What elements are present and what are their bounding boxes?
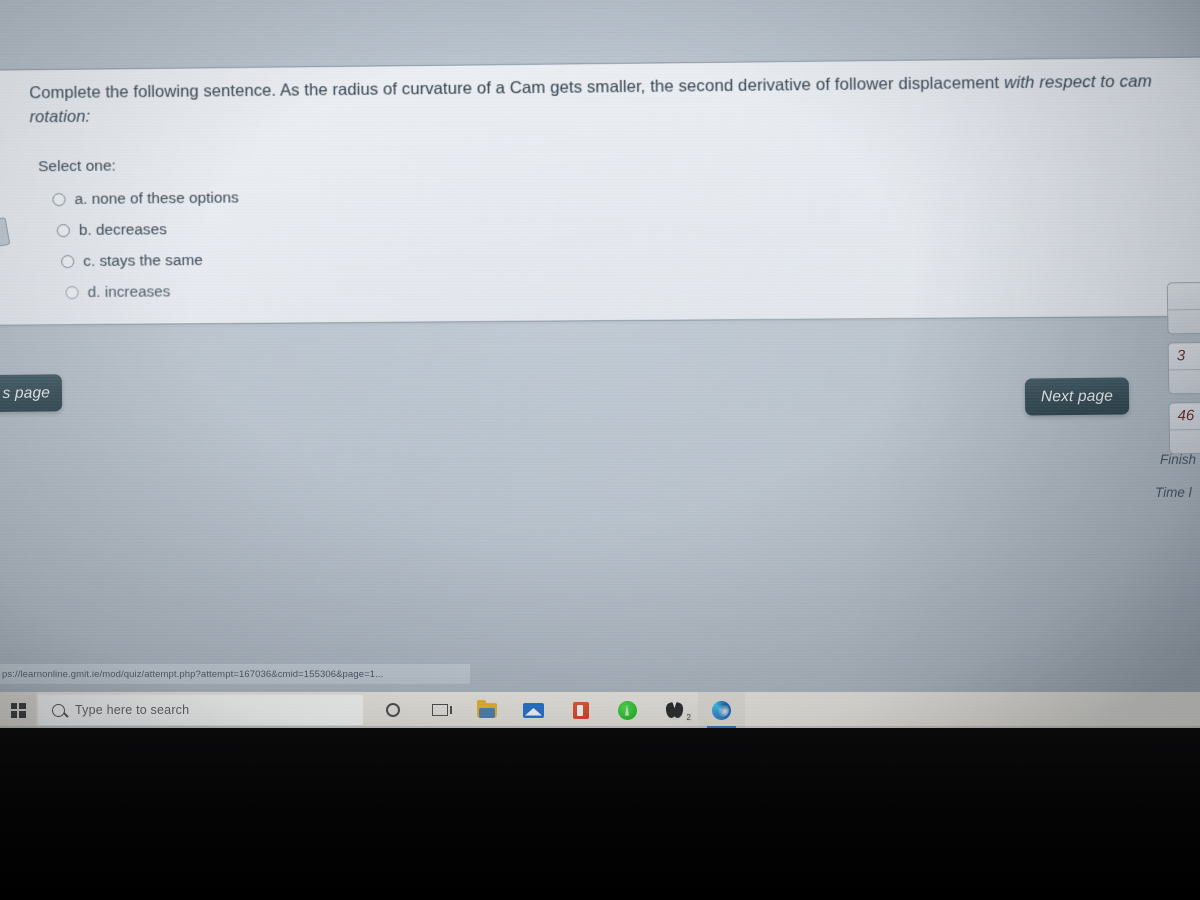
answer-label-d: d. increases	[88, 283, 171, 302]
answer-label-c: c. stays the same	[83, 251, 203, 270]
office-icon	[573, 702, 589, 719]
taskbar-empty-area	[745, 692, 1200, 728]
search-placeholder: Type here to search	[75, 703, 189, 717]
windows-taskbar: Type here to search 2	[0, 692, 1200, 728]
answer-label-b: b. decreases	[79, 221, 167, 240]
search-icon	[52, 704, 65, 717]
next-page-button[interactable]: Next page	[1025, 377, 1129, 415]
previous-page-button[interactable]: s page	[0, 374, 62, 412]
finish-attempt-link[interactable]: Finish	[1160, 452, 1196, 467]
quiz-nav-cell[interactable]: 46	[1168, 402, 1200, 455]
answer-options-list: a. none of these options b. decreases c.…	[52, 179, 619, 308]
taskbar-file-explorer-button[interactable]	[463, 692, 510, 728]
moodle-quiz-page: Complete the following sentence. As the …	[0, 0, 1200, 690]
windows-logo-icon	[11, 703, 26, 718]
taskbar-microsoft-edge-button[interactable]	[698, 692, 745, 728]
taskbar-xbox-button[interactable]: 2	[651, 692, 698, 728]
quiz-nav-divider	[1168, 309, 1200, 311]
task-view-icon	[432, 704, 448, 716]
quiz-nav-divider	[1169, 369, 1200, 371]
question-text: Complete the following sentence. As the …	[29, 70, 1178, 129]
quiz-nav-divider	[1170, 429, 1200, 431]
xbox-icon	[665, 701, 684, 720]
cortana-icon	[386, 703, 400, 717]
taskbar-icon-strip: 2	[369, 692, 745, 728]
radio-button-icon[interactable]	[52, 193, 65, 206]
file-explorer-icon	[477, 703, 497, 718]
time-left-label: Time l	[1155, 485, 1192, 500]
answer-option-c[interactable]: c. stays the same	[61, 241, 619, 277]
answer-option-a[interactable]: a. none of these options	[52, 179, 618, 215]
answer-option-d[interactable]: d. increases	[65, 273, 619, 309]
taskbar-mail-button[interactable]	[510, 692, 557, 728]
laptop-bezel-dark-area	[0, 728, 1200, 900]
microsoft-edge-icon	[712, 701, 731, 720]
screen-area: Complete the following sentence. As the …	[0, 0, 1200, 728]
answer-option-b[interactable]: b. decreases	[57, 210, 619, 246]
taskbar-office-button[interactable]	[557, 692, 604, 728]
select-one-label: Select one:	[38, 158, 116, 177]
taskbar-cortana-button[interactable]	[369, 692, 416, 728]
status-url-text: ps://learnonline.gmit.ie/mod/quiz/attemp…	[0, 669, 383, 680]
browser-status-url-bar: ps://learnonline.gmit.ie/mod/quiz/attemp…	[0, 664, 470, 684]
quiz-nav-number: 3	[1177, 347, 1186, 364]
taskbar-search-input[interactable]: Type here to search	[38, 695, 363, 725]
xbox-badge: 2	[686, 713, 692, 722]
taskbar-green-app-button[interactable]	[604, 692, 651, 728]
laptop-screen-photo: Complete the following sentence. As the …	[0, 0, 1200, 900]
start-button[interactable]	[0, 692, 36, 728]
question-text-part1: Complete the following sentence. As the …	[29, 74, 1004, 102]
radio-button-icon[interactable]	[61, 255, 74, 268]
radio-button-icon[interactable]	[57, 224, 70, 237]
quiz-nav-cell[interactable]: 3	[1168, 342, 1200, 395]
taskbar-task-view-button[interactable]	[416, 692, 463, 728]
green-app-icon	[618, 701, 637, 720]
radio-button-icon[interactable]	[65, 286, 78, 299]
answer-label-a: a. none of these options	[74, 189, 238, 209]
question-card: Complete the following sentence. As the …	[0, 56, 1200, 325]
quiz-navigation-panel: 3 46	[1167, 282, 1200, 463]
quiz-nav-cell[interactable]	[1167, 282, 1200, 335]
quiz-nav-number: 46	[1177, 407, 1194, 424]
mail-icon	[523, 703, 544, 718]
